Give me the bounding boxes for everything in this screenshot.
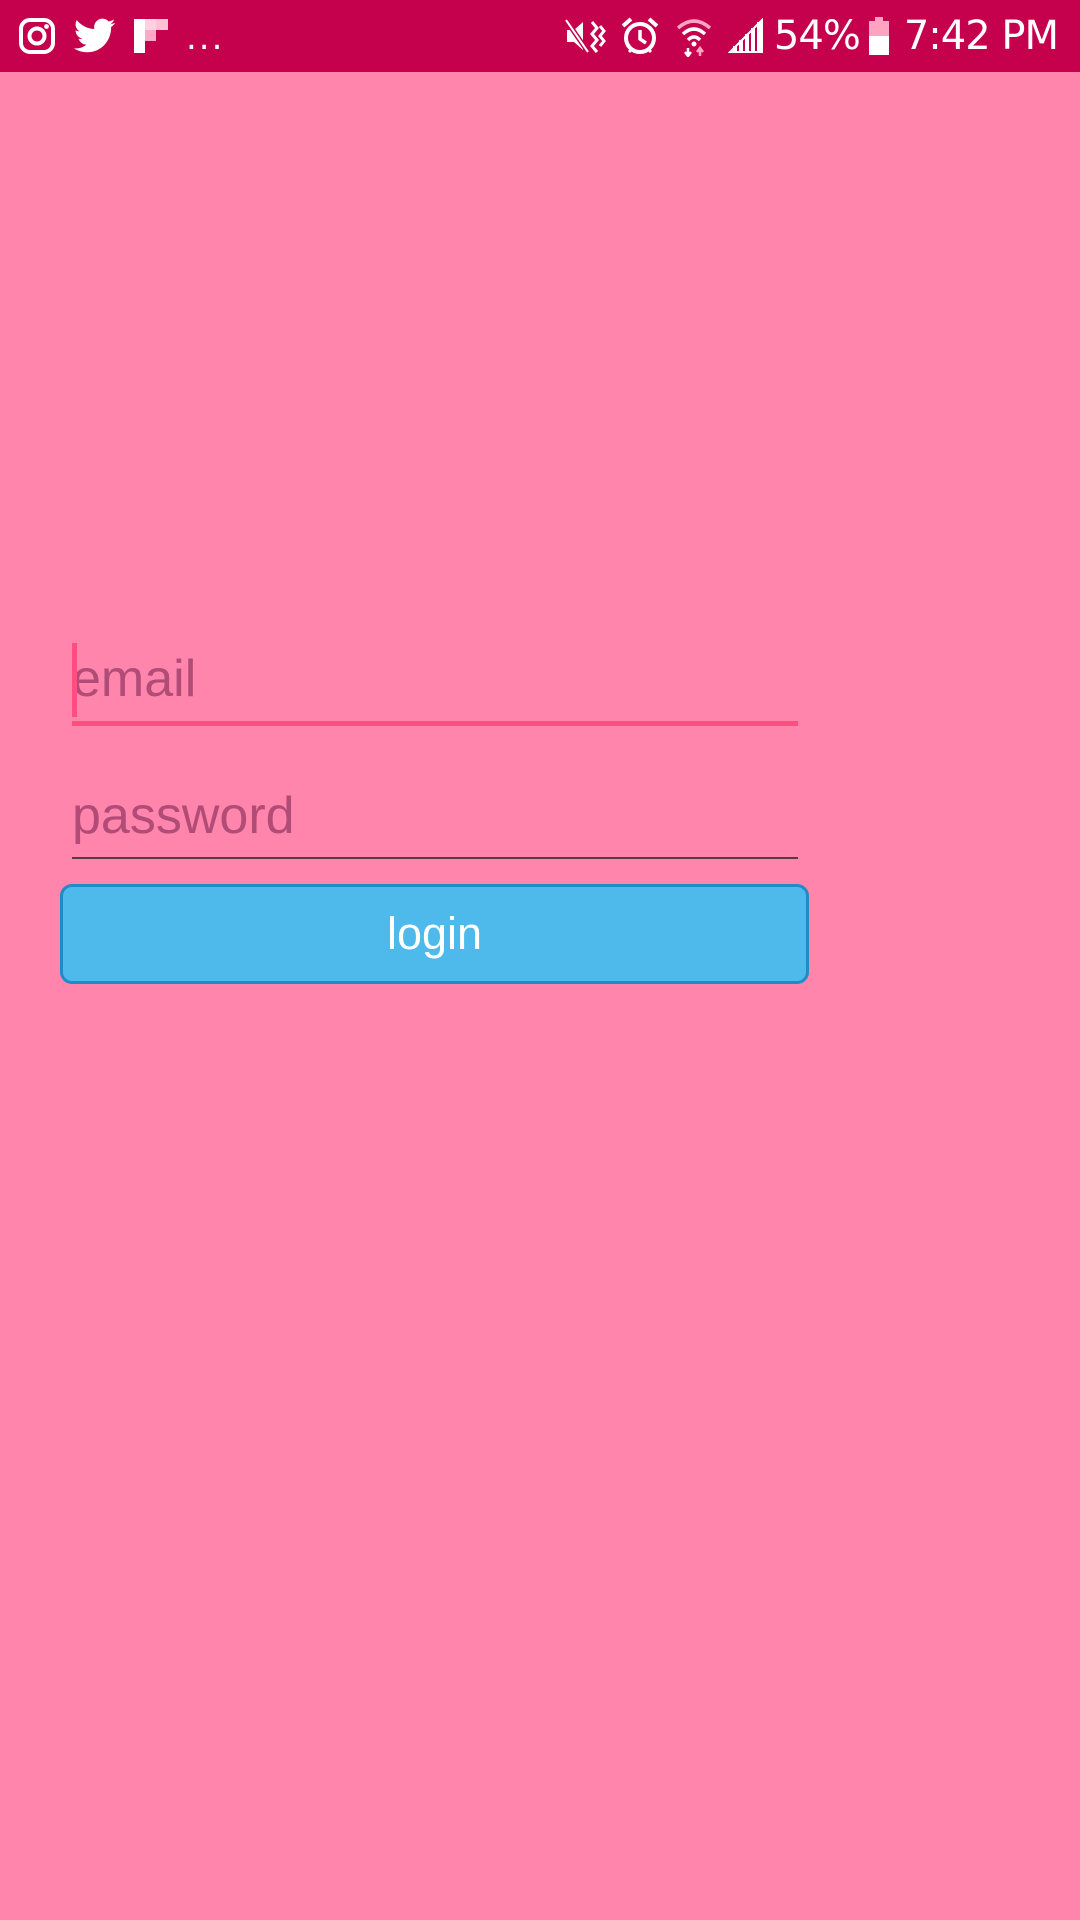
instagram-icon <box>18 17 56 55</box>
wifi-icon <box>674 15 714 57</box>
twitter-icon <box>74 18 116 54</box>
status-bar: ... 54% 7:42 PM <box>0 0 1080 72</box>
flipboard-icon <box>134 19 168 53</box>
password-underline <box>72 857 798 859</box>
email-input[interactable] <box>72 643 798 715</box>
status-time: 7:42 PM <box>903 13 1059 59</box>
notification-icons: ... <box>18 0 224 72</box>
password-input[interactable] <box>72 780 798 852</box>
email-field-container <box>72 643 798 726</box>
login-screen: ... 54% 7:42 PM email login <box>0 0 1080 1920</box>
battery-icon <box>868 16 890 56</box>
signal-icon <box>727 18 764 54</box>
login-button[interactable]: login <box>60 884 809 984</box>
more-notifications-indicator: ... <box>186 18 225 58</box>
alarm-icon <box>620 16 660 56</box>
mute-vibrate-icon <box>563 16 606 56</box>
login-button-label: login <box>386 908 483 959</box>
email-underline <box>72 721 798 726</box>
text-cursor <box>72 643 77 717</box>
system-status-icons: 54% 7:42 PM <box>550 0 1059 72</box>
battery-percentage: 54% <box>773 13 861 59</box>
password-field-container <box>72 780 798 859</box>
